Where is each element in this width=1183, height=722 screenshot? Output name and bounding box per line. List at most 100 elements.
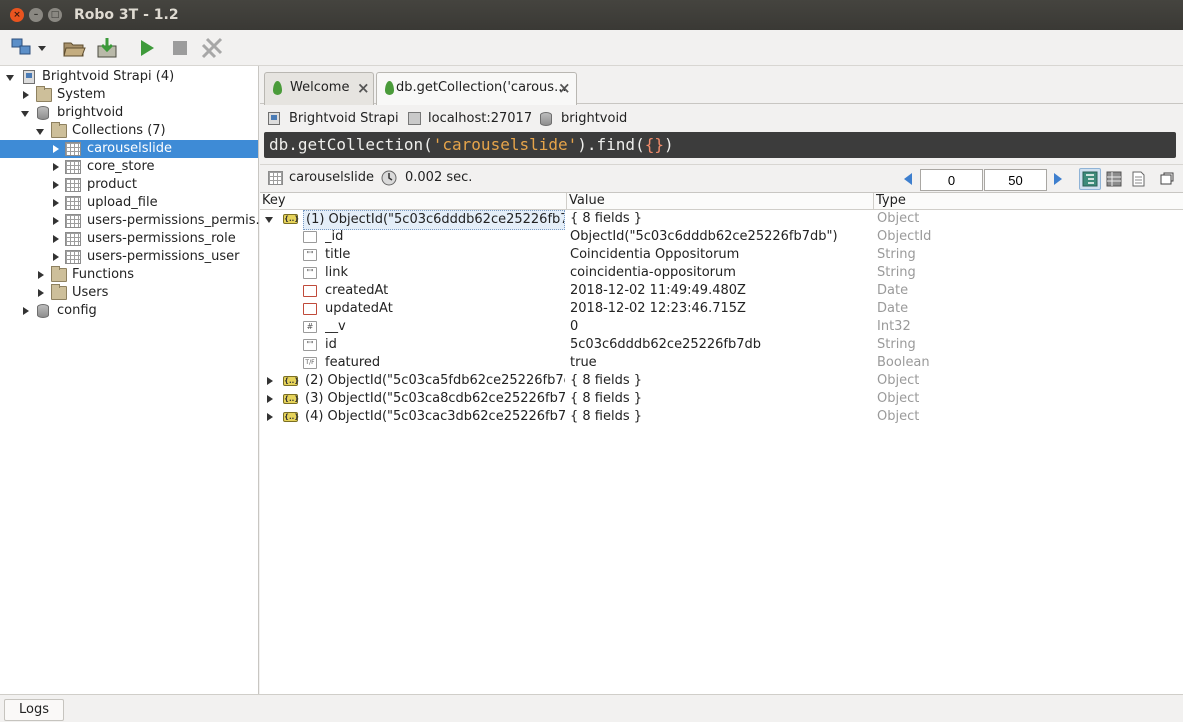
table-row[interactable]: _id ObjectId("5c03c6dddb62ce25226fb7db")… [260, 228, 1183, 246]
open-button[interactable] [62, 36, 86, 60]
skip-input[interactable] [920, 169, 983, 191]
tree-system-node[interactable]: System [0, 86, 258, 104]
tree-collection-users-permissions-permission[interactable]: users-permissions_permis... [0, 212, 268, 230]
tab-welcome[interactable]: Welcome × [264, 72, 374, 105]
tree-users-node[interactable]: Users [0, 284, 258, 302]
explain-button[interactable] [200, 36, 224, 60]
tree-view-button[interactable] [1079, 168, 1101, 190]
tree-label: users-permissions_permis... [87, 213, 268, 228]
maximize-results-button[interactable] [1156, 168, 1178, 190]
tree-db-node[interactable]: brightvoid [0, 104, 258, 122]
table-row[interactable]: {..} (3) ObjectId("5c03ca8cdb62ce25226fb… [260, 390, 1183, 408]
table-row[interactable]: # __v 0 Int32 [260, 318, 1183, 336]
stop-button[interactable] [168, 36, 192, 60]
table-row[interactable]: "" id 5c03c6dddb62ce25226fb7db String [260, 336, 1183, 354]
collapsed-arrow-icon[interactable] [267, 413, 273, 421]
maximize-window-button[interactable]: □ [48, 8, 62, 22]
collapsed-arrow-icon[interactable] [23, 307, 29, 315]
previous-page-icon[interactable] [904, 173, 912, 185]
tree-server-node[interactable]: Brightvoid Strapi (4) [0, 68, 258, 86]
row-type: Int32 [877, 319, 911, 334]
tree-functions-node[interactable]: Functions [0, 266, 258, 284]
collapsed-arrow-icon[interactable] [38, 271, 44, 279]
table-row[interactable]: {..} (2) ObjectId("5c03ca5fdb62ce25226fb… [260, 372, 1183, 390]
collection-icon [65, 232, 81, 246]
explain-icon [201, 37, 223, 59]
collapsed-arrow-icon[interactable] [38, 289, 44, 297]
tree-label: users-permissions_role [87, 231, 236, 246]
logs-button[interactable]: Logs [4, 699, 64, 721]
collapsed-arrow-icon[interactable] [53, 145, 59, 153]
row-key: updatedAt [325, 301, 393, 316]
query-braces: {} [644, 135, 664, 154]
collapsed-arrow-icon[interactable] [267, 377, 273, 385]
column-header-key[interactable]: Key [260, 193, 567, 210]
row-type: Object [877, 391, 920, 406]
column-header-type[interactable]: Type [874, 193, 1183, 210]
close-window-button[interactable]: × [10, 8, 24, 22]
expanded-arrow-icon[interactable] [6, 75, 14, 81]
column-header-value[interactable]: Value [567, 193, 874, 210]
result-collection-name: carouselslide [289, 170, 374, 185]
text-view-button[interactable] [1127, 168, 1149, 190]
tab-query[interactable]: db.getCollection('carous... × [376, 72, 577, 105]
collapsed-arrow-icon[interactable] [53, 235, 59, 243]
row-value: coincidentia-oppositorum [570, 265, 736, 280]
table-row[interactable]: "" title Coincidentia Oppositorum String [260, 246, 1183, 264]
tree-collections-node[interactable]: Collections (7) [0, 122, 258, 140]
tree-collection-upload-file[interactable]: upload_file [0, 194, 258, 212]
tree-label: upload_file [87, 195, 158, 210]
collapsed-arrow-icon[interactable] [23, 91, 29, 99]
row-value: { 8 fields } [570, 391, 643, 406]
expanded-arrow-icon[interactable] [21, 111, 29, 117]
date-icon [303, 285, 317, 297]
object-icon: {..} [283, 412, 300, 422]
database-icon [37, 106, 49, 120]
collapsed-arrow-icon[interactable] [53, 199, 59, 207]
collection-icon [268, 171, 283, 185]
tree-label: Functions [72, 267, 135, 282]
tree-collection-product[interactable]: product [0, 176, 258, 194]
table-view-button[interactable] [1103, 168, 1125, 190]
query-editor[interactable]: db.getCollection('carouselslide').find({… [264, 132, 1176, 158]
row-type: Object [877, 373, 920, 388]
table-row[interactable]: {..} (1) ObjectId("5c03c6dddb62ce25226fb… [260, 210, 1183, 230]
tab-label: Welcome [290, 80, 350, 95]
expanded-arrow-icon[interactable] [36, 129, 44, 135]
collapsed-arrow-icon[interactable] [53, 217, 59, 225]
table-row[interactable]: updatedAt 2018-12-02 12:23:46.715Z Date [260, 300, 1183, 318]
collapsed-arrow-icon[interactable] [53, 181, 59, 189]
table-row[interactable]: createdAt 2018-12-02 11:49:49.480Z Date [260, 282, 1183, 300]
row-value: { 8 fields } [570, 409, 643, 424]
boolean-icon: T/F [303, 357, 317, 369]
row-value: 2018-12-02 12:23:46.715Z [570, 301, 746, 316]
table-row[interactable]: "" link coincidentia-oppositorum String [260, 264, 1183, 282]
tree-collection-core-store[interactable]: core_store [0, 158, 258, 176]
row-type: Date [877, 301, 909, 316]
collapsed-arrow-icon[interactable] [53, 253, 59, 261]
connect-button[interactable] [10, 36, 48, 60]
tree-collection-users-permissions-user[interactable]: users-permissions_user [0, 248, 258, 266]
collection-icon [65, 178, 81, 192]
save-button[interactable] [95, 36, 119, 60]
tree-collection-users-permissions-role[interactable]: users-permissions_role [0, 230, 258, 248]
execute-button[interactable] [135, 36, 159, 60]
table-row[interactable]: T/F featured true Boolean [260, 354, 1183, 372]
tree-label: product [87, 177, 138, 192]
minimize-window-button[interactable]: – [29, 8, 43, 22]
row-key: id [325, 337, 337, 352]
tab-label: db.getCollection('carous... [396, 80, 567, 95]
limit-input[interactable] [984, 169, 1047, 191]
collapsed-arrow-icon[interactable] [267, 395, 273, 403]
table-row[interactable]: {..} (4) ObjectId("5c03cac3db62ce25226fb… [260, 408, 1183, 426]
expanded-arrow-icon[interactable] [265, 217, 273, 223]
close-tab-icon[interactable]: × [357, 79, 370, 97]
number-icon: # [303, 321, 317, 333]
tree-collection-carouselslide[interactable]: carouselslide [0, 140, 258, 158]
tree-config-db-node[interactable]: config [0, 302, 258, 320]
tree-view-icon [1082, 171, 1098, 187]
close-tab-icon[interactable]: × [558, 79, 571, 97]
next-page-icon[interactable] [1054, 173, 1062, 185]
date-icon [303, 303, 317, 315]
collapsed-arrow-icon[interactable] [53, 163, 59, 171]
